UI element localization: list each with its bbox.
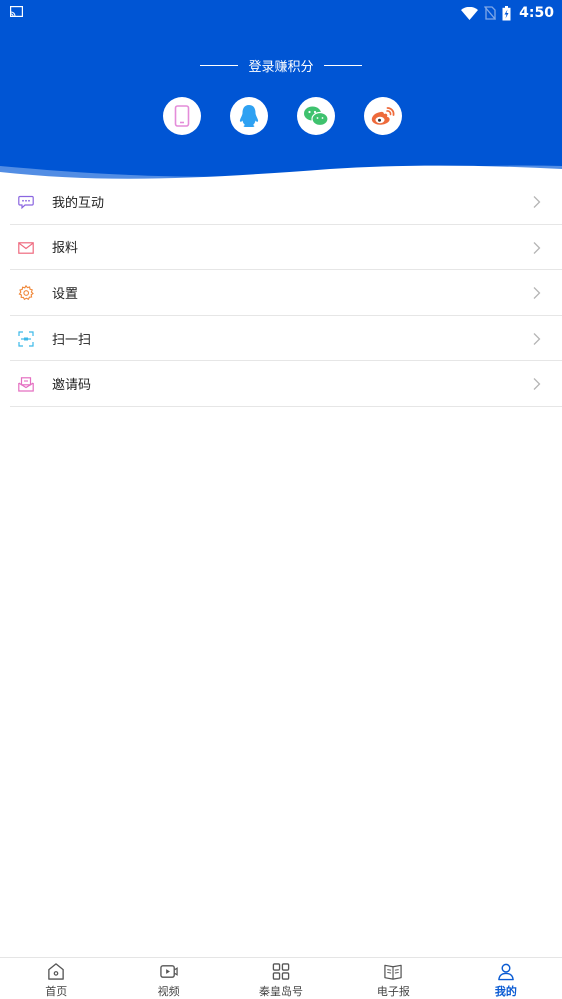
status-icons: 4:50 [461, 3, 554, 23]
tab-label: 首页 [45, 985, 68, 998]
chat-bubble-icon [17, 193, 35, 211]
menu-item-label: 邀请码 [52, 378, 92, 394]
weibo-icon [371, 107, 395, 125]
tab-label: 视频 [157, 985, 180, 998]
login-qq-button[interactable] [230, 97, 268, 135]
chevron-right-icon [533, 287, 541, 300]
status-time: 4:50 [519, 5, 554, 21]
header-wave [0, 165, 562, 180]
tab-label: 秦皇岛号 [259, 985, 304, 998]
user-icon [497, 963, 514, 981]
chevron-right-icon [533, 241, 541, 254]
invite-envelope-icon [17, 375, 35, 393]
tab-home[interactable]: 首页 [0, 958, 112, 999]
chevron-right-icon [533, 196, 541, 208]
phone-icon [174, 105, 190, 127]
login-wechat-button[interactable] [297, 97, 335, 135]
bottom-tab-bar: 首页 视频 秦皇岛号 电子报 我的 [0, 957, 562, 999]
video-icon [159, 965, 178, 978]
tab-qinhuangdao[interactable]: 秦皇岛号 [225, 958, 337, 999]
no-sim-icon [484, 6, 497, 20]
login-title: 登录赚积分 [0, 56, 562, 75]
battery-charging-icon [502, 5, 511, 20]
wechat-icon [304, 106, 329, 127]
mail-icon [17, 239, 35, 257]
login-weibo-button[interactable] [364, 97, 402, 135]
title-divider-left [200, 65, 239, 66]
tab-epaper[interactable]: 电子报 [337, 958, 449, 999]
menu-item-scan[interactable]: 扫一扫 [10, 316, 562, 362]
chevron-right-icon [533, 332, 541, 345]
newspaper-icon [384, 964, 403, 980]
menu-item-interaction[interactable]: 我的互动 [10, 179, 562, 225]
tab-mine[interactable]: 我的 [450, 958, 562, 999]
menu-item-settings[interactable]: 设置 [10, 270, 562, 316]
grid-icon [272, 963, 290, 980]
tab-label: 电子报 [376, 985, 410, 998]
scan-icon [17, 330, 35, 348]
menu-item-invite-code[interactable]: 邀请码 [10, 361, 562, 407]
profile-header: 4:50 登录赚积分 [0, 0, 562, 180]
menu-list: 我的互动 报料 设置 扫一扫 邀请码 [10, 179, 562, 407]
menu-item-label: 设置 [52, 286, 79, 302]
chevron-right-icon [533, 378, 541, 391]
menu-item-label: 我的互动 [52, 195, 105, 211]
title-divider-right [323, 65, 362, 66]
profile-page: 4:50 登录赚积分 我的互动 报料 设置 扫一扫 邀请码 首页 视频 秦皇岛号… [0, 0, 562, 999]
login-options [163, 97, 402, 135]
login-phone-button[interactable] [163, 97, 201, 135]
cast-icon [10, 6, 23, 17]
menu-item-label: 扫一扫 [52, 332, 92, 348]
settings-icon [17, 284, 35, 302]
status-bar: 4:50 [0, 0, 562, 26]
qq-icon [239, 105, 259, 127]
tab-video[interactable]: 视频 [112, 958, 224, 999]
tab-label: 我的 [494, 985, 517, 998]
wifi-icon [461, 6, 479, 20]
menu-item-report[interactable]: 报料 [10, 225, 562, 271]
home-icon [48, 963, 64, 980]
login-title-text: 登录赚积分 [248, 60, 314, 75]
menu-item-label: 报料 [52, 241, 79, 257]
